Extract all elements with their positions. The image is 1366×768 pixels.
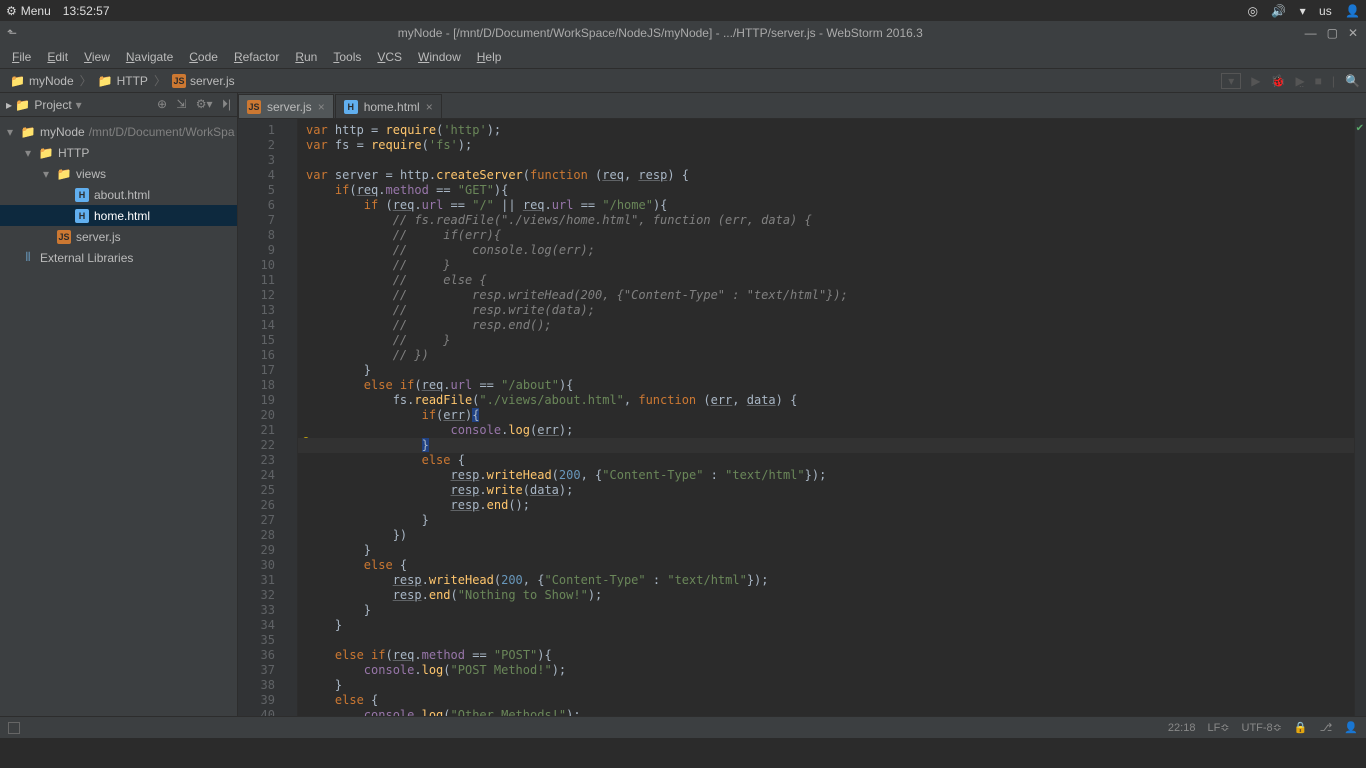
stop-button[interactable]: ■	[1315, 74, 1322, 88]
project-sidebar: ▸ 📁 Project ▾ ⊕ ⇲ ⚙▾ ⏵| ▾📁myNode /mnt/D/…	[0, 93, 238, 716]
status-bar: 22:18 LF≎ UTF-8≎ 🔒 ⎇ 👤	[0, 716, 1366, 738]
maximize-button[interactable]: ▢	[1327, 26, 1338, 40]
tree-item-myNode[interactable]: ▾📁myNode /mnt/D/Document/WorkSpa	[0, 121, 237, 142]
menu-view[interactable]: View	[78, 48, 116, 66]
os-clock: 13:52:57	[63, 4, 110, 18]
menu-run[interactable]: Run	[289, 48, 323, 66]
line-gutter: 1 2 3 4 5 6 7 8 9 10 11 12 13 14 15 16 1…	[238, 119, 298, 716]
file-encoding[interactable]: UTF-8≎	[1242, 721, 1282, 734]
back-icon[interactable]: ⬑	[0, 26, 24, 40]
window-titlebar: ⬑ myNode - [/mnt/D/Document/WorkSpace/No…	[0, 21, 1366, 45]
tree-item-server-js[interactable]: JSserver.js	[0, 226, 237, 247]
run-button[interactable]: ▶	[1251, 74, 1260, 88]
volume-icon[interactable]: 🔊	[1271, 4, 1286, 18]
main-menu: FileEditViewNavigateCodeRefactorRunTools…	[0, 45, 1366, 69]
minimize-button[interactable]: —	[1305, 26, 1317, 40]
config-dropdown[interactable]: ▾	[1221, 73, 1241, 89]
scroll-to-icon[interactable]: ⊕	[157, 97, 167, 111]
os-menu-icon[interactable]: ⚙	[6, 4, 17, 18]
project-header[interactable]: ▸ 📁 Project ▾ ⊕ ⇲ ⚙▾ ⏵|	[0, 93, 237, 117]
tree-item-home-html[interactable]: Hhome.html	[0, 205, 237, 226]
search-button[interactable]: 🔍	[1345, 74, 1360, 88]
breadcrumb-HTTP[interactable]: 📁HTTP	[94, 74, 152, 88]
os-tray: ◎ 🔊 ▾ us 👤	[1238, 4, 1360, 18]
menu-code[interactable]: Code	[183, 48, 224, 66]
close-button[interactable]: ✕	[1348, 26, 1358, 40]
code-area[interactable]: 1 2 3 4 5 6 7 8 9 10 11 12 13 14 15 16 1…	[238, 119, 1366, 716]
window-title: myNode - [/mnt/D/Document/WorkSpace/Node…	[24, 26, 1297, 40]
tab-home-html[interactable]: Hhome.html×	[335, 94, 442, 118]
editor-pane: JSserver.js×Hhome.html× 1 2 3 4 5 6 7 8 …	[238, 93, 1366, 716]
code-editor[interactable]: var http = require('http'); var fs = req…	[298, 119, 1354, 716]
coverage-button[interactable]: ▶̤	[1295, 74, 1304, 88]
project-tree[interactable]: ▾📁myNode /mnt/D/Document/WorkSpa▾📁HTTP▾📁…	[0, 117, 237, 272]
menu-navigate[interactable]: Navigate	[120, 48, 179, 66]
kbd-layout[interactable]: us	[1319, 4, 1332, 18]
close-tab-icon[interactable]: ×	[426, 100, 433, 114]
tab-server-js[interactable]: JSserver.js×	[238, 94, 334, 118]
line-separator[interactable]: LF≎	[1207, 721, 1229, 734]
tree-item-HTTP[interactable]: ▾📁HTTP	[0, 142, 237, 163]
close-tab-icon[interactable]: ×	[318, 100, 325, 114]
network-icon[interactable]: ▾	[1300, 4, 1306, 18]
os-menu-label[interactable]: Menu	[21, 4, 51, 18]
settings-icon[interactable]: ⚙▾	[196, 97, 213, 111]
breadcrumb-bar: 📁myNode〉📁HTTP〉JSserver.js ▾ ▶ 🐞 ▶̤ ■ | 🔍	[0, 69, 1366, 93]
error-stripe[interactable]: ✔	[1354, 119, 1366, 716]
menu-edit[interactable]: Edit	[41, 48, 74, 66]
hector-icon[interactable]: 👤	[1344, 721, 1358, 734]
breadcrumb-server-js[interactable]: JSserver.js	[168, 74, 239, 88]
steam-icon[interactable]: ◎	[1248, 4, 1258, 18]
user-icon[interactable]: 👤	[1345, 4, 1360, 18]
editor-tabs: JSserver.js×Hhome.html×	[238, 93, 1366, 119]
menu-file[interactable]: File	[6, 48, 37, 66]
os-top-bar: ⚙ Menu 13:52:57 ◎ 🔊 ▾ us 👤	[0, 0, 1366, 21]
project-header-label: Project	[34, 98, 71, 112]
caret-position[interactable]: 22:18	[1168, 722, 1196, 734]
menu-refactor[interactable]: Refactor	[228, 48, 285, 66]
hide-icon[interactable]: ⏵|	[222, 97, 231, 111]
menu-tools[interactable]: Tools	[327, 48, 367, 66]
menu-vcs[interactable]: VCS	[371, 48, 408, 66]
readonly-lock-icon[interactable]: 🔒	[1294, 721, 1308, 734]
inspection-ok-icon: ✔	[1356, 123, 1364, 134]
tree-item-about-html[interactable]: Habout.html	[0, 184, 237, 205]
debug-button[interactable]: 🐞	[1270, 74, 1285, 88]
breadcrumb-myNode[interactable]: 📁myNode	[6, 74, 78, 88]
menu-help[interactable]: Help	[471, 48, 508, 66]
tool-window-toggle[interactable]	[8, 722, 20, 734]
folder-icon: ▸ 📁	[6, 98, 30, 112]
menu-window[interactable]: Window	[412, 48, 467, 66]
tree-item-views[interactable]: ▾📁views	[0, 163, 237, 184]
git-branch-icon[interactable]: ⎇	[1320, 721, 1333, 734]
tree-item-External Libraries[interactable]: ⦀External Libraries	[0, 247, 237, 268]
collapse-icon[interactable]: ⇲	[176, 97, 186, 111]
